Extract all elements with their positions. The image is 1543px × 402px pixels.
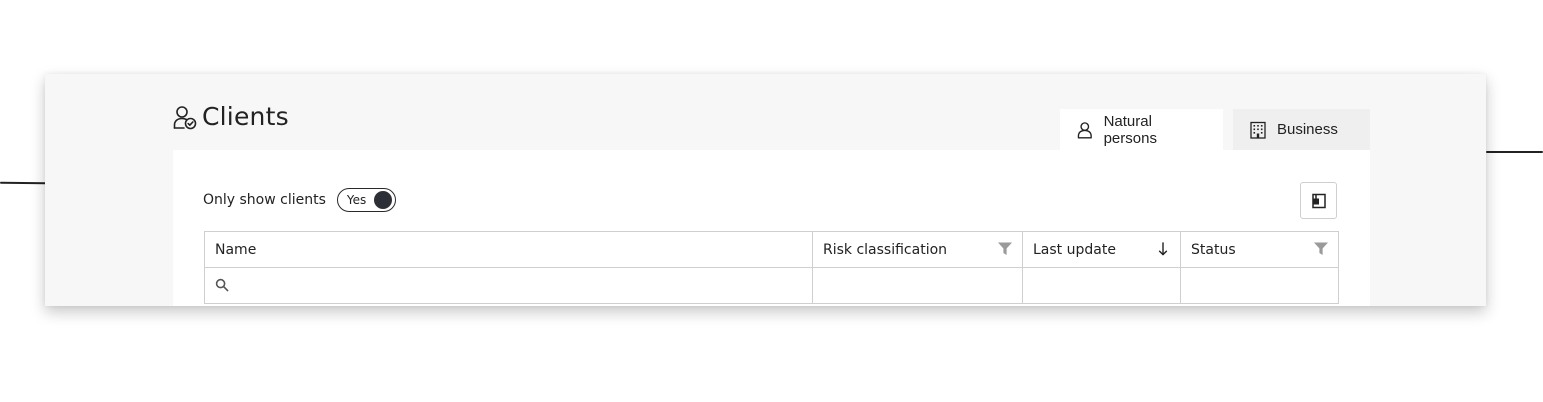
column-header-status[interactable]: Status: [1181, 232, 1338, 268]
tab-business-label: Business: [1277, 121, 1338, 138]
clients-panel: Only show clients Yes Name Risk classifi…: [173, 150, 1370, 306]
building-icon: [1250, 121, 1266, 139]
filter-icon[interactable]: [998, 242, 1012, 256]
filter-icon[interactable]: [1314, 242, 1328, 256]
person-icon: [1077, 121, 1092, 138]
column-header-last-update[interactable]: Last update: [1023, 232, 1181, 268]
risk-filter-cell[interactable]: [813, 268, 1023, 304]
name-search-cell: [205, 268, 813, 304]
tab-business[interactable]: Business: [1233, 109, 1370, 150]
column-header-name[interactable]: Name: [205, 232, 813, 268]
tab-natural-persons[interactable]: Natural persons: [1060, 109, 1223, 150]
table-filter-row: [205, 268, 1338, 304]
column-chooser-button[interactable]: [1300, 182, 1337, 219]
column-header-name-label: Name: [215, 241, 257, 258]
only-show-clients-toggle[interactable]: Yes: [336, 188, 396, 212]
column-header-risk-classification[interactable]: Risk classification: [813, 232, 1023, 268]
tab-natural-persons-label: Natural persons: [1103, 112, 1157, 147]
column-header-status-label: Status: [1191, 241, 1236, 258]
decorative-stroke-left: [0, 181, 47, 185]
client-user-check-icon: [173, 105, 197, 129]
client-type-tabs: Natural persons Business: [1060, 109, 1370, 150]
last-update-filter-cell[interactable]: [1023, 268, 1181, 304]
name-search-input[interactable]: [235, 274, 806, 300]
search-icon: [215, 278, 229, 292]
toggle-value-text: Yes: [346, 193, 367, 207]
only-show-clients-filter: Only show clients Yes: [203, 188, 396, 212]
toggle-knob: [373, 191, 392, 209]
decorative-stroke-right: [1486, 151, 1543, 153]
column-chooser-icon: [1311, 193, 1326, 208]
clients-window: Clients Natural persons Business Only sh…: [45, 74, 1486, 306]
status-filter-cell[interactable]: [1181, 268, 1338, 304]
clients-table: Name Risk classification Last update Sta…: [204, 231, 1339, 304]
column-header-last-update-label: Last update: [1033, 241, 1116, 258]
only-show-clients-label: Only show clients: [203, 192, 326, 208]
page-header: Clients: [172, 102, 289, 131]
sort-descending-icon[interactable]: [1156, 242, 1170, 256]
page-title: Clients: [202, 102, 289, 131]
column-header-risk-label: Risk classification: [823, 241, 948, 258]
table-header-row: Name Risk classification Last update Sta…: [205, 232, 1338, 268]
